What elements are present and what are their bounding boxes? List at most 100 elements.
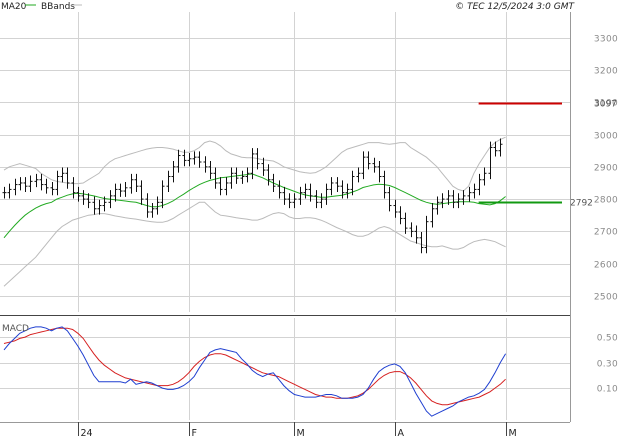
ohlc-bar: [139, 180, 144, 205]
ohlc-bar: [414, 225, 419, 244]
ohlc-bar: [498, 138, 503, 157]
ohlc-bar: [7, 183, 12, 199]
ohlc-bar: [419, 232, 424, 254]
macd-axis: 0.10 0.30 0.50: [597, 334, 618, 395]
ohlc-bar: [171, 161, 176, 183]
time-axis: 24 F M A M: [78, 422, 517, 439]
resistance-label: 3097: [594, 100, 617, 110]
ma20-legend-label: MA20: [1, 2, 27, 12]
macd-line: [3, 326, 507, 417]
ohlc-bar: [282, 186, 287, 205]
ohlc-bar: [34, 173, 39, 188]
ohlc-bar: [335, 177, 340, 192]
ohlc-bar: [308, 183, 313, 202]
ohlc-bar: [361, 151, 366, 180]
price-tick-label: 3300: [594, 35, 618, 45]
ohlc-bar: [298, 186, 303, 205]
ohlc-bar: [113, 183, 118, 202]
ohlc-bar: [324, 183, 329, 205]
ohlc-bar: [472, 183, 477, 199]
ohlc-bar: [329, 177, 334, 196]
ohlc-bar: [292, 193, 297, 209]
support-label: 2792: [570, 199, 593, 209]
ohlc-bar: [65, 167, 70, 189]
ohlc-bar: [456, 193, 461, 209]
ohlc-bar: [240, 170, 245, 184]
time-tick-label: M: [297, 428, 305, 439]
price-tick-label: 2500: [594, 293, 618, 303]
ohlc-bar: [277, 180, 282, 199]
ohlc-bar: [287, 193, 292, 209]
ohlc-bar: [218, 177, 223, 196]
ohlc-bar: [160, 180, 165, 209]
ohlc-bar: [192, 151, 197, 165]
ohlc-bar: [129, 173, 134, 194]
ohlc-bar: [345, 183, 350, 199]
price-tick-label: 3200: [594, 67, 618, 77]
price-axis: 2500260027002800290030003100320033003097…: [570, 35, 618, 303]
source-timestamp: © TEC 12/5/2024 3:0 GMT: [455, 2, 575, 12]
ohlc-bar: [372, 157, 377, 173]
ohlc-bar: [430, 202, 435, 228]
time-tick-label: 24: [81, 428, 93, 439]
ohlc-bar: [197, 151, 202, 168]
price-panel-series: [2, 102, 562, 287]
macd-panel-title: MACD: [2, 324, 29, 334]
price-tick-label: 2900: [594, 164, 618, 174]
time-tick-label: M: [509, 428, 517, 439]
ohlc-bar: [39, 173, 44, 191]
ohlc-bar: [440, 193, 445, 209]
ohlc-bar: [488, 141, 493, 180]
ohlc-bar: [398, 206, 403, 225]
ohlc-bar: [18, 177, 23, 191]
ohlc-bar: [123, 182, 128, 197]
ohlc-bar: [134, 173, 139, 192]
macd-tick-label: 0.50: [597, 334, 618, 344]
ohlc-bar: [377, 161, 382, 183]
ohlc-bar: [482, 167, 487, 186]
time-tick-label: A: [398, 428, 405, 439]
ohlc-bar: [60, 167, 65, 183]
ohlc-bar: [71, 177, 76, 199]
price-tick-label: 2700: [594, 228, 618, 238]
ohlc-bar: [23, 177, 28, 192]
stock-chart: 2500260027002800290030003100320033003097…: [0, 2, 618, 439]
macd-signal-line: [3, 327, 506, 406]
ohlc-bar: [461, 190, 466, 205]
macd-panel-grid: [0, 318, 570, 420]
ohlc-bar: [261, 157, 266, 176]
ohlc-bar: [28, 175, 33, 192]
ohlc-bar: [303, 183, 308, 199]
time-tick-label: F: [192, 428, 197, 439]
ohlc-bar: [424, 215, 429, 254]
bollinger-upper-band: [3, 136, 506, 192]
ohlc-bar: [55, 170, 60, 196]
ohlc-bar: [393, 199, 398, 218]
bollinger-lower-band: [3, 201, 506, 287]
ohlc-bar: [213, 167, 218, 189]
macd-tick-label: 0.10: [597, 385, 618, 395]
ohlc-bar: [176, 149, 181, 173]
price-panel-grid: [0, 12, 570, 312]
ohlc-bar: [366, 151, 371, 170]
ohlc-bar: [2, 186, 7, 199]
ohlc-bar: [50, 182, 55, 196]
price-tick-label: 2800: [594, 196, 618, 206]
ohlc-bar: [319, 193, 324, 209]
ohlc-bar: [403, 212, 408, 234]
ohlc-bar: [477, 173, 482, 196]
ohlc-bar: [97, 199, 102, 215]
price-tick-label: 3000: [594, 132, 618, 142]
price-tick-label: 2600: [594, 261, 618, 271]
ohlc-bar: [13, 178, 18, 196]
ohlc-bar: [409, 222, 414, 238]
ohlc-bar: [44, 178, 49, 194]
ohlc-bar: [150, 202, 155, 218]
ohlc-bar: [224, 177, 229, 196]
ohlc-bar: [356, 167, 361, 183]
macd-tick-label: 0.30: [597, 360, 618, 370]
ohlc-bar: [81, 190, 86, 205]
ohlc-bar: [166, 170, 171, 192]
macd-panel-series: [3, 326, 507, 417]
ohlc-bar: [229, 167, 234, 189]
